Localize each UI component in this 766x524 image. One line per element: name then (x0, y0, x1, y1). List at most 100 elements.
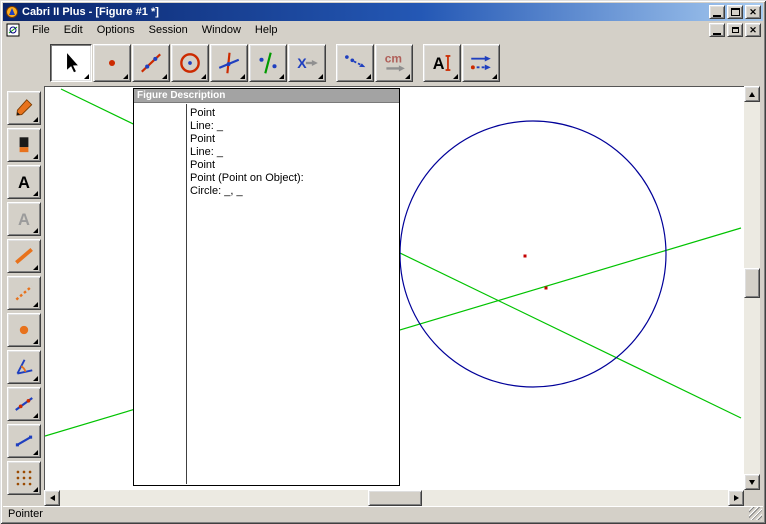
figure-description-item[interactable]: Point (190, 159, 304, 172)
construction-tool-button[interactable] (249, 43, 287, 82)
attributes-tool-button[interactable] (462, 43, 500, 82)
menubar: File Edit Options Session Window Help ✕ (3, 21, 763, 39)
scroll-up-button[interactable] (744, 86, 760, 102)
cm-arrow-icon: cm (385, 51, 405, 71)
scrollbar-corner (744, 490, 760, 506)
angle-icon (16, 359, 32, 375)
perpendicular-tool-button[interactable] (210, 43, 248, 82)
x-arrow-icon: X (297, 54, 318, 70)
marker-icon (19, 137, 28, 153)
perpendicular-lines-icon (218, 52, 240, 73)
transformation-tool-button[interactable]: X (288, 43, 326, 82)
figure-description-item[interactable]: Point (190, 107, 304, 120)
point-style-icon (19, 325, 28, 335)
minimize-icon (713, 14, 721, 17)
menu-window[interactable]: Window (195, 22, 248, 39)
child-restore-icon (731, 27, 739, 33)
triangle-left-icon (49, 495, 55, 501)
macro-tool-button[interactable] (336, 43, 374, 82)
line-style-button[interactable] (6, 387, 41, 421)
point-icon (108, 59, 116, 66)
circle-tool-button[interactable] (171, 43, 209, 82)
circle-icon (180, 52, 200, 73)
resize-grip[interactable] (749, 507, 762, 520)
segment-style-button[interactable] (6, 424, 41, 458)
label-a-text: A (18, 174, 30, 192)
dotted-line-icon (15, 285, 32, 301)
child-close-button[interactable]: ✕ (745, 23, 761, 37)
pointer-tool-button[interactable] (50, 43, 92, 82)
status-text: Pointer (8, 508, 43, 520)
points-arrow-icon (345, 54, 366, 67)
letter-a-black-icon: A (18, 174, 30, 192)
maximize-button[interactable] (727, 5, 743, 19)
angle-mark-button[interactable] (6, 350, 41, 384)
label-tool-button[interactable]: A (6, 165, 41, 199)
child-close-icon: ✕ (749, 24, 757, 35)
figure-description-list: Point Line: _ Point Line: _ Point Point … (190, 107, 304, 198)
app-window: Cabri II Plus - [Figure #1 *] ✕ File Edi… (0, 0, 766, 524)
triangle-down-icon (749, 479, 755, 485)
child-minimize-icon (713, 32, 721, 35)
side-toolbar: A A (3, 86, 44, 506)
green-line-icon (259, 51, 277, 74)
figure-description-titlebar[interactable]: Figure Description (134, 89, 399, 103)
toolbar: X cm A (3, 39, 763, 86)
figure-description-item[interactable]: Point (Point on Object): (190, 172, 304, 185)
child-restore-button[interactable] (727, 23, 743, 37)
titlebar[interactable]: Cabri II Plus - [Figure #1 *] ✕ (3, 3, 763, 21)
cm-label: cm (385, 51, 402, 65)
dot-grid-icon (16, 470, 31, 486)
line-tool-button[interactable] (132, 43, 170, 82)
vertical-scroll-thumb[interactable] (744, 268, 760, 298)
pen-icon (15, 99, 32, 116)
app-icon (6, 6, 18, 18)
marker-tool-button[interactable] (6, 128, 41, 162)
comment-tool-button[interactable]: A (6, 202, 41, 236)
line-icon (141, 53, 161, 72)
arrows-icon (470, 55, 491, 70)
comment-a-text: A (18, 211, 30, 229)
figure-description-panel: Figure Description Point Line: _ Point L… (133, 88, 400, 486)
close-icon: ✕ (749, 6, 757, 17)
text-cursor-icon: A (433, 54, 451, 72)
child-minimize-button[interactable] (709, 23, 725, 37)
horizontal-scrollbar[interactable] (44, 490, 744, 506)
figure-description-item[interactable]: Circle: _, _ (190, 185, 304, 198)
blue-line-icon (14, 397, 33, 411)
text-tool-button[interactable]: A (423, 43, 461, 82)
figure-description-item[interactable]: Line: _ (190, 146, 304, 159)
point-style-button[interactable] (6, 313, 41, 347)
figure-description-item[interactable]: Point (190, 133, 304, 146)
minimize-button[interactable] (709, 5, 725, 19)
menu-file[interactable]: File (25, 22, 57, 39)
thick-line-icon (14, 247, 33, 265)
menu-help[interactable]: Help (248, 22, 285, 39)
scroll-right-button[interactable] (728, 490, 744, 506)
figure-description-item[interactable]: Line: _ (190, 120, 304, 133)
close-button[interactable]: ✕ (745, 5, 761, 19)
triangle-up-icon (749, 91, 755, 97)
menu-options[interactable]: Options (90, 22, 142, 39)
window-title: Cabri II Plus - [Figure #1 *] (22, 6, 159, 18)
scroll-left-button[interactable] (44, 490, 60, 506)
grid-tool-button[interactable] (6, 461, 41, 495)
maximize-icon (730, 8, 740, 16)
statusbar: Pointer (3, 506, 763, 521)
point-tool-button[interactable] (93, 43, 131, 82)
panel-separator (186, 104, 187, 484)
dotted-line-style-button[interactable] (6, 276, 41, 310)
vertical-scrollbar[interactable] (744, 86, 760, 490)
pen-tool-button[interactable] (6, 91, 41, 125)
menu-session[interactable]: Session (142, 22, 195, 39)
measure-tool-button[interactable]: cm (375, 43, 413, 82)
scroll-down-button[interactable] (744, 474, 760, 490)
a-label: A (433, 54, 445, 72)
thick-line-style-button[interactable] (6, 239, 41, 273)
triangle-right-icon (733, 495, 739, 501)
figure-document-icon[interactable] (6, 23, 20, 37)
menu-edit[interactable]: Edit (57, 22, 90, 39)
pointer-icon (66, 50, 80, 73)
letter-a-gray-icon: A (18, 211, 30, 229)
horizontal-scroll-thumb[interactable] (368, 490, 422, 506)
